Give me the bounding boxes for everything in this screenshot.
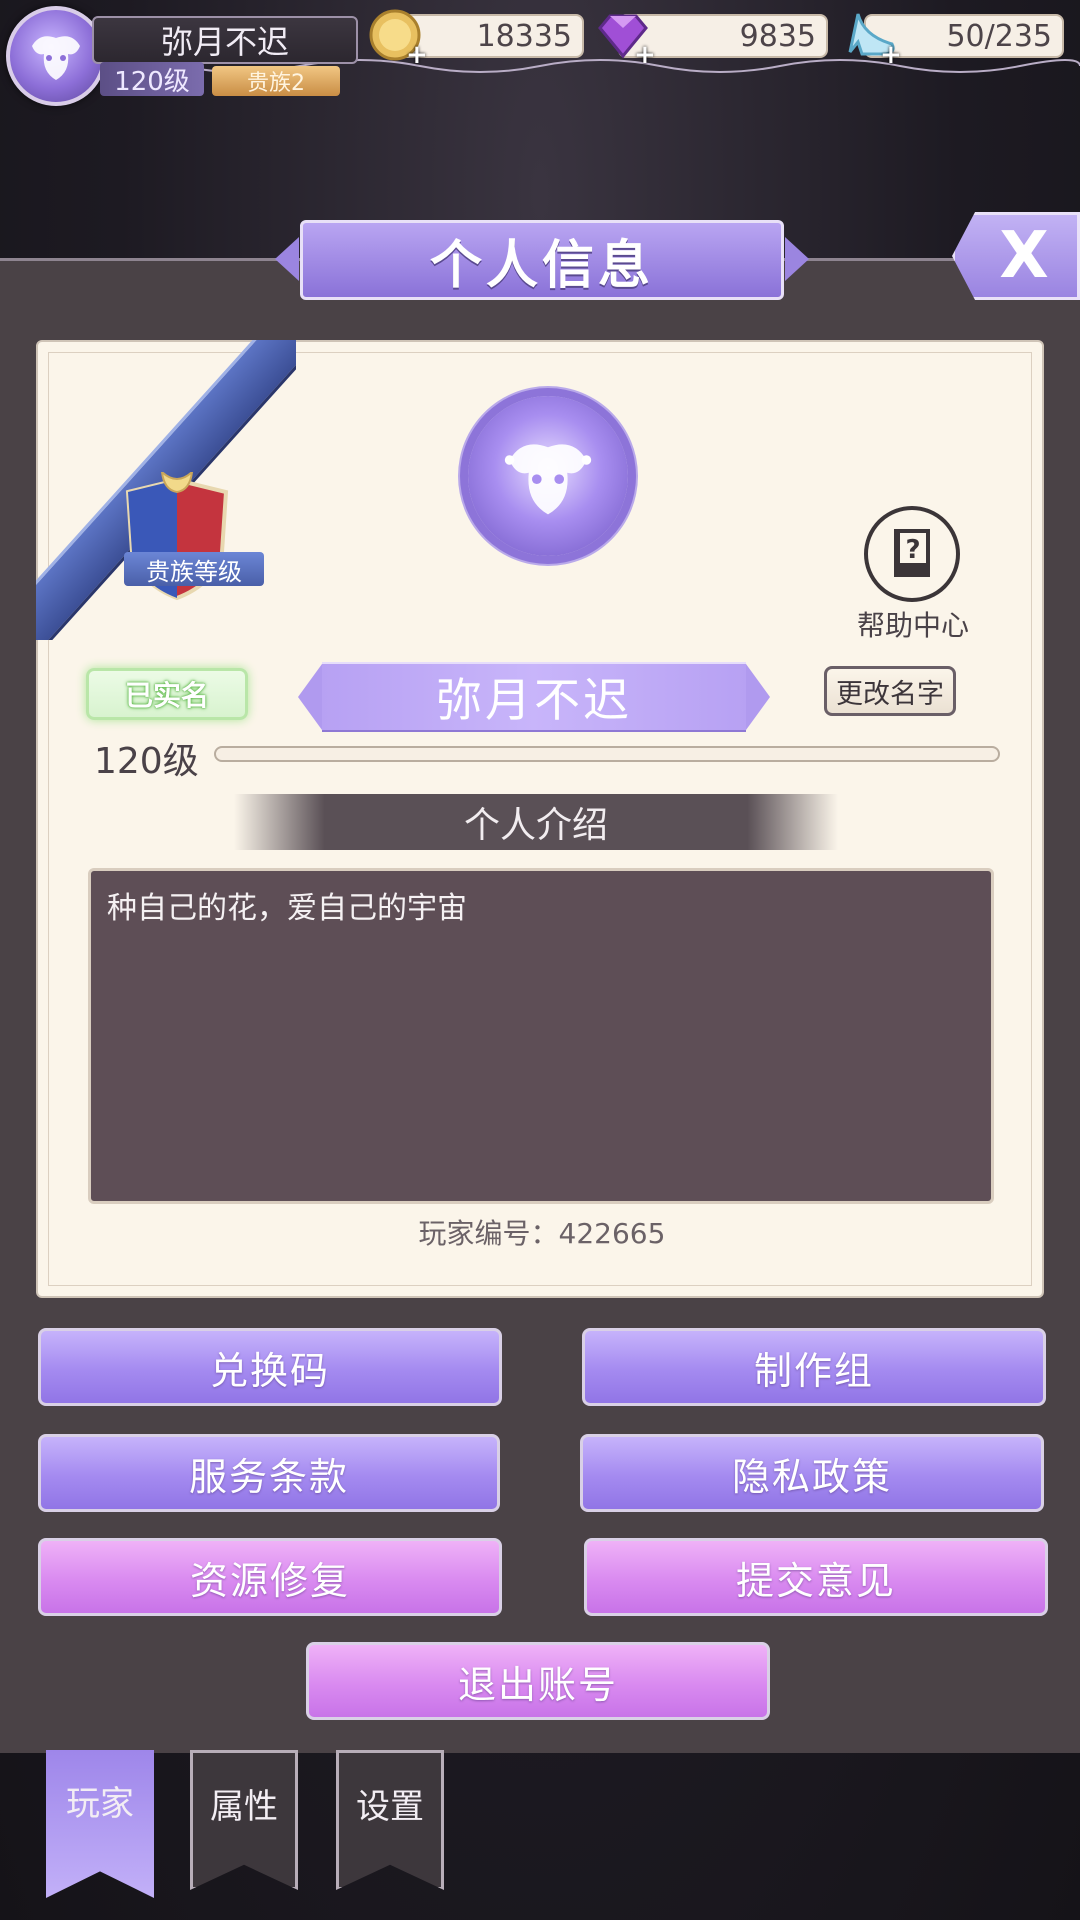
tab-player[interactable]: 玩家	[46, 1750, 154, 1898]
tab-attributes-label: 属性	[210, 1787, 278, 1827]
tab-settings-label: 设置	[356, 1787, 424, 1827]
profile-card: 2 贵族等级 ? 帮助中心 已实名 弥月不迟 更改名字 120级 个人介绍 种自…	[36, 340, 1044, 1298]
close-icon: X	[999, 219, 1049, 293]
jester-mask-icon	[10, 10, 102, 102]
privacy-policy-button[interactable]: 隐私政策	[580, 1434, 1044, 1512]
resource-repair-button[interactable]: 资源修复	[38, 1538, 502, 1616]
help-center-label[interactable]: 帮助中心	[838, 604, 988, 644]
logout-button[interactable]: 退出账号	[306, 1642, 770, 1720]
add-gem-icon[interactable]: +	[634, 40, 656, 70]
credits-button[interactable]: 制作组	[582, 1328, 1046, 1406]
jester-mask-icon	[468, 396, 628, 556]
player-level: 120级	[94, 741, 199, 782]
tab-attributes[interactable]: 属性	[190, 1750, 298, 1890]
top-player-name: 弥月不迟	[92, 16, 358, 64]
page-title: 个人信息	[275, 220, 809, 300]
verified-badge: 已实名	[86, 668, 248, 720]
top-level: 120级	[100, 62, 204, 97]
intro-section-header: 个人介绍	[234, 794, 838, 850]
profile-name-ribbon: 弥月不迟	[298, 662, 770, 732]
bio-text: 种自己的花，爱自己的宇宙	[107, 891, 467, 926]
page-title-text: 个人信息	[429, 235, 654, 296]
terms-of-service-button[interactable]: 服务条款	[38, 1434, 500, 1512]
redeem-code-button[interactable]: 兑换码	[38, 1328, 502, 1406]
noble-level-label: 贵族等级	[124, 552, 264, 586]
help-book-icon: ?	[894, 529, 930, 577]
add-gold-icon[interactable]: +	[406, 40, 428, 70]
profile-player-name: 弥月不迟	[436, 673, 632, 727]
gold-amount: 18335	[476, 18, 572, 54]
help-center-button[interactable]: ?	[864, 506, 960, 602]
top-status-bar: 弥月不迟 120级 贵族2 18335 + 9835 + 50/235 +	[0, 0, 1080, 120]
close-button[interactable]: X	[952, 212, 1080, 300]
player-id: 玩家编号：422665	[418, 1217, 666, 1250]
experience-bar	[214, 746, 1000, 762]
rename-button[interactable]: 更改名字	[824, 666, 956, 716]
gem-amount: 9835	[739, 18, 816, 54]
tab-player-label: 玩家	[66, 1784, 134, 1824]
bio-textarea[interactable]: 种自己的花，爱自己的宇宙	[88, 868, 994, 1204]
intro-header-label: 个人介绍	[463, 805, 608, 846]
submit-feedback-button[interactable]: 提交意见	[584, 1538, 1048, 1616]
profile-avatar[interactable]	[468, 396, 628, 556]
add-stamina-icon[interactable]: +	[880, 40, 902, 70]
stamina-amount: 50/235	[946, 18, 1052, 54]
noble-badge[interactable]: 贵族2	[212, 66, 340, 96]
svg-text:?: ?	[905, 535, 920, 565]
player-avatar[interactable]	[6, 6, 106, 106]
tab-settings[interactable]: 设置	[336, 1750, 444, 1890]
